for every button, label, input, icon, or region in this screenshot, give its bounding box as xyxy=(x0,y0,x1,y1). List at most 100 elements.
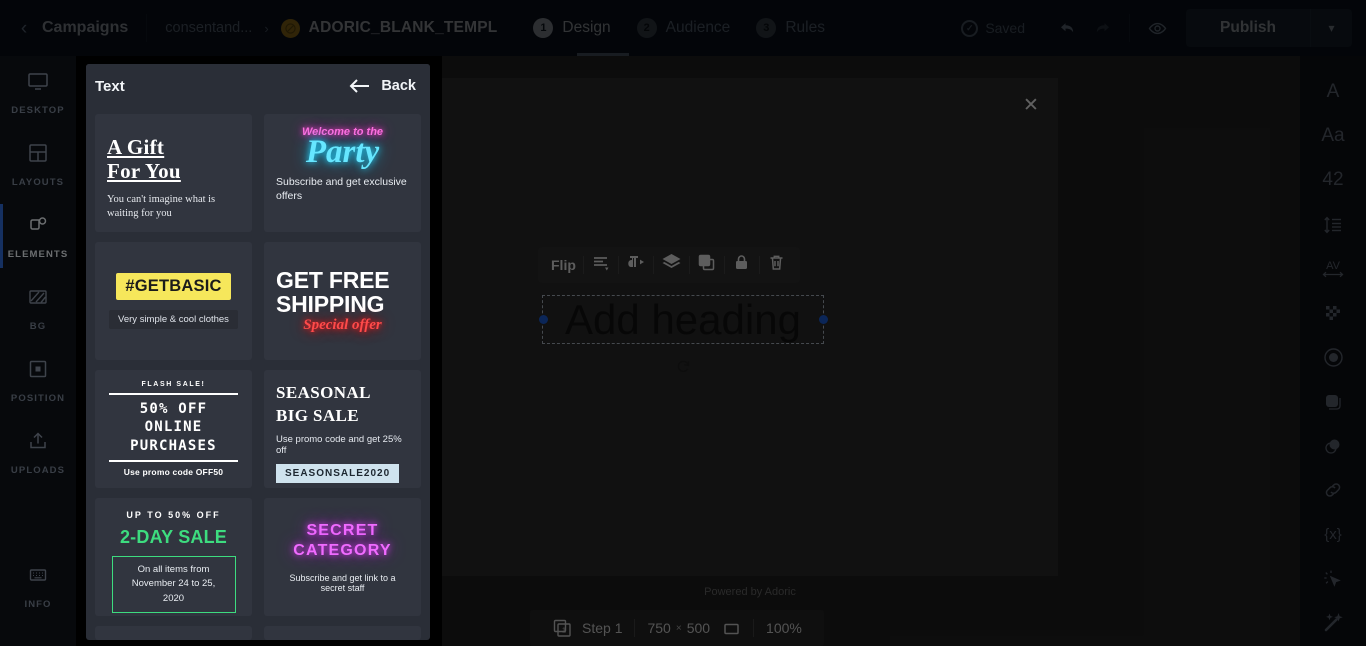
template-card-next-row-right[interactable] xyxy=(264,626,421,640)
card-detail-line2: November 24 to 25, 2020 xyxy=(131,578,216,604)
divider xyxy=(109,460,238,463)
template-card-getbasic[interactable]: #GETBASIC Very simple & cool clothes xyxy=(95,242,252,360)
active-tab-indicator xyxy=(577,53,630,56)
lock-icon xyxy=(732,253,751,277)
sidebar-item-label: LAYOUTS xyxy=(11,176,65,188)
template-card-secret-category[interactable]: SECRET CATEGORY Subscribe and get link t… xyxy=(264,498,421,616)
close-icon[interactable]: ✕ xyxy=(1020,94,1042,116)
sidebar-item-elements[interactable]: ELEMENTS xyxy=(0,200,76,272)
breadcrumb-template-name: ADORIC_BLANK_TEMPL xyxy=(308,19,498,36)
rotate-icon[interactable] xyxy=(674,357,692,375)
variable-icon[interactable]: {x} xyxy=(1311,513,1355,556)
canvas-size[interactable]: 750 × 500 xyxy=(635,619,753,638)
card-title-line2: For You xyxy=(107,158,181,183)
step-number: 1 xyxy=(533,18,554,38)
tab-audience[interactable]: 2 Audience xyxy=(636,0,731,56)
layers-button[interactable] xyxy=(654,247,689,283)
flip-label: Flip xyxy=(551,257,576,273)
chevron-down-icon[interactable]: ▾ xyxy=(1310,9,1352,47)
text-direction-icon xyxy=(626,253,645,277)
card-title-line2: SHIPPING xyxy=(276,291,385,317)
left-sidebar: DESKTOP LAYOUTS ELEMENTS BG POSITION UPL… xyxy=(0,56,76,646)
card-promo-code: SEASONSALE2020 xyxy=(276,463,400,483)
top-bar-actions: ✓ Saved Publish ▾ xyxy=(961,9,1366,47)
magic-wand-icon[interactable] xyxy=(1311,602,1355,645)
card-detail-line1: On all items from xyxy=(137,564,210,575)
card-title-line1: SECRET xyxy=(306,522,379,539)
sidebar-item-info[interactable]: INFO xyxy=(0,550,76,622)
back-button[interactable]: Back xyxy=(349,78,416,94)
line-height-icon[interactable] xyxy=(1311,203,1355,246)
lock-button[interactable] xyxy=(725,247,759,283)
card-content: GET FREE SHIPPING Special offer xyxy=(264,242,421,360)
redo-icon[interactable] xyxy=(1085,11,1119,45)
saved-label: Saved xyxy=(985,20,1026,36)
sidebar-item-bg[interactable]: BG xyxy=(0,272,76,344)
card-title-line1: A Gift xyxy=(107,135,165,159)
opacity-icon[interactable] xyxy=(1311,292,1355,335)
card-title-line1: SEASONAL xyxy=(276,383,371,402)
color-circle-icon[interactable] xyxy=(1311,336,1355,379)
panel-body[interactable]: A Gift For You You can't imagine what is… xyxy=(86,108,430,640)
eye-icon[interactable] xyxy=(1140,11,1174,45)
card-note: Use promo code OFF50 xyxy=(123,467,224,478)
template-card-next-row-left[interactable] xyxy=(95,626,252,640)
template-card-welcome-to-the-party[interactable]: Welcome to the Party Subscribe and get e… xyxy=(264,114,421,232)
font-size-icon[interactable]: 42 xyxy=(1311,159,1355,202)
template-card-flash-sale-50-off[interactable]: FLASH SALE! 50% OFF ONLINE PURCHASES Use… xyxy=(95,370,252,488)
sidebar-item-label: UPLOADS xyxy=(10,464,66,476)
status-badge: ✓ Saved xyxy=(961,19,1026,37)
breadcrumb-separator-icon: › xyxy=(264,20,269,36)
sidebar-item-uploads[interactable]: UPLOADS xyxy=(0,416,76,488)
canvas-height: 500 xyxy=(686,620,711,636)
top-bar: ‹ Campaigns consentand... › ADORIC_BLANK… xyxy=(0,0,1366,56)
tab-label: Audience xyxy=(665,19,731,36)
sidebar-item-layouts[interactable]: LAYOUTS xyxy=(0,128,76,200)
selected-element[interactable]: Add heading xyxy=(538,295,828,344)
template-card-get-free-shipping[interactable]: GET FREE SHIPPING Special offer xyxy=(264,242,421,360)
element-toolbar: Flip xyxy=(538,247,800,283)
delete-button[interactable] xyxy=(760,247,794,283)
breadcrumb-parent[interactable]: consentand... xyxy=(165,20,252,36)
panel-header: Text Back xyxy=(86,64,430,108)
chevron-left-icon[interactable]: ‹ xyxy=(14,18,34,38)
link-icon[interactable] xyxy=(1311,469,1355,512)
sidebar-item-position[interactable]: POSITION xyxy=(0,344,76,416)
sidebar-item-desktop[interactable]: DESKTOP xyxy=(0,56,76,128)
step-selector[interactable]: 1 Step 1 xyxy=(540,618,634,639)
breadcrumb-campaigns[interactable]: Campaigns xyxy=(42,19,128,37)
size-separator: × xyxy=(675,622,682,634)
svg-text:1: 1 xyxy=(562,625,566,634)
card-subtitle: Use promo code and get 25% off xyxy=(276,433,402,456)
tab-design[interactable]: 1 Design xyxy=(533,0,611,56)
text-template-panel: Text Back A Gift For You You can't imagi… xyxy=(86,64,430,640)
rounded-square-icon[interactable] xyxy=(1311,380,1355,423)
template-card-seasonal-big-sale[interactable]: SEASONAL BIG SALE Use promo code and get… xyxy=(264,370,421,488)
letter-spacing-icon[interactable]: AV xyxy=(1311,247,1355,290)
resize-handle-right[interactable] xyxy=(818,315,828,324)
template-card-2-day-sale[interactable]: UP TO 50% OFF 2-DAY SALE On all items fr… xyxy=(95,498,252,616)
heading-text[interactable]: Add heading xyxy=(543,296,823,343)
flip-button[interactable]: Flip xyxy=(544,247,583,283)
tab-rules[interactable]: 3 Rules xyxy=(756,0,825,56)
font-icon[interactable]: A xyxy=(1311,70,1355,113)
card-title: Party xyxy=(305,134,380,170)
info-icon xyxy=(26,563,50,592)
duplicate-button[interactable] xyxy=(690,247,724,283)
template-card-a-gift-for-you[interactable]: A Gift For You You can't imagine what is… xyxy=(95,114,252,232)
zoom-level[interactable]: 100% xyxy=(754,620,814,636)
click-cursor-icon[interactable] xyxy=(1311,557,1355,600)
step-tabs: 1 Design 2 Audience 3 Rules xyxy=(533,0,851,56)
tab-label: Rules xyxy=(785,19,825,36)
card-subtitle: Very simple & cool clothes xyxy=(109,310,238,329)
text-direction-button[interactable] xyxy=(619,247,653,283)
text-case-icon[interactable]: Aa xyxy=(1311,114,1355,157)
align-button[interactable] xyxy=(584,247,618,283)
rectangle-icon xyxy=(722,619,741,638)
publish-button[interactable]: Publish xyxy=(1186,9,1310,47)
resize-handle-left[interactable] xyxy=(538,315,548,324)
card-content: SEASONAL BIG SALE Use promo code and get… xyxy=(264,370,421,488)
divider xyxy=(109,392,238,395)
shadow-icon[interactable] xyxy=(1311,425,1355,468)
undo-icon[interactable] xyxy=(1051,11,1085,45)
